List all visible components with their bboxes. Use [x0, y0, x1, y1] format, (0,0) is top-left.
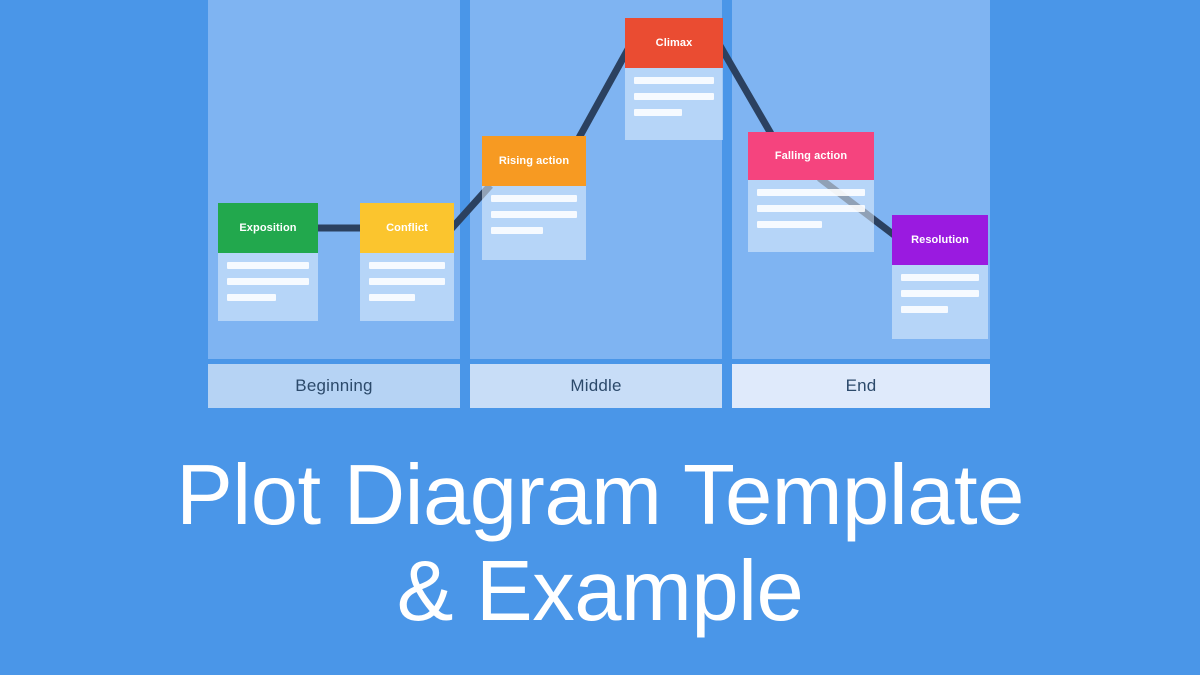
stage-label-resolution: Resolution [892, 215, 988, 265]
placeholder-line [227, 294, 277, 301]
placeholder-line [901, 274, 979, 281]
stage-card-climax[interactable]: Climax [625, 18, 723, 140]
stage-card-exposition[interactable]: Exposition [218, 203, 318, 321]
plot-diagram: Beginning Middle End Exposition Conflict… [208, 0, 990, 408]
stage-placeholder-lines-exposition [218, 253, 318, 321]
stage-card-falling-action[interactable]: Falling action [748, 132, 874, 252]
stage-placeholder-lines-climax [625, 68, 723, 140]
placeholder-line [901, 290, 979, 297]
poster-title-line-2: & Example [396, 544, 804, 640]
stage-label-rising-action: Rising action [482, 136, 586, 186]
stage-label-climax: Climax [625, 18, 723, 68]
stage-placeholder-lines-falling-action [748, 180, 874, 252]
placeholder-line [227, 278, 309, 285]
stage-label-falling-action: Falling action [748, 132, 874, 180]
poster-title-line-1: Plot Diagram Template [176, 448, 1024, 543]
placeholder-line [491, 195, 577, 202]
stage-placeholder-lines-rising-action [482, 186, 586, 260]
stage-card-conflict[interactable]: Conflict [360, 203, 454, 321]
placeholder-line [757, 189, 865, 196]
placeholder-line [491, 211, 577, 218]
placeholder-line [369, 262, 445, 269]
poster-title: Plot Diagram Template & Example [0, 448, 1200, 640]
placeholder-line [634, 109, 682, 116]
placeholder-line [369, 294, 415, 301]
placeholder-line [757, 205, 865, 212]
act-footer-beginning: Beginning [208, 364, 460, 408]
placeholder-line [634, 93, 714, 100]
placeholder-line [757, 221, 822, 228]
placeholder-line [369, 278, 445, 285]
poster-canvas: Beginning Middle End Exposition Conflict… [0, 0, 1200, 675]
stage-card-resolution[interactable]: Resolution [892, 215, 988, 339]
act-footer-middle: Middle [470, 364, 722, 408]
stage-placeholder-lines-conflict [360, 253, 454, 321]
act-footer-end: End [732, 364, 990, 408]
stage-label-conflict: Conflict [360, 203, 454, 253]
placeholder-line [901, 306, 948, 313]
stage-label-exposition: Exposition [218, 203, 318, 253]
stage-placeholder-lines-resolution [892, 265, 988, 339]
stage-card-rising-action[interactable]: Rising action [482, 136, 586, 260]
placeholder-line [491, 227, 543, 234]
placeholder-line [227, 262, 309, 269]
placeholder-line [634, 77, 714, 84]
